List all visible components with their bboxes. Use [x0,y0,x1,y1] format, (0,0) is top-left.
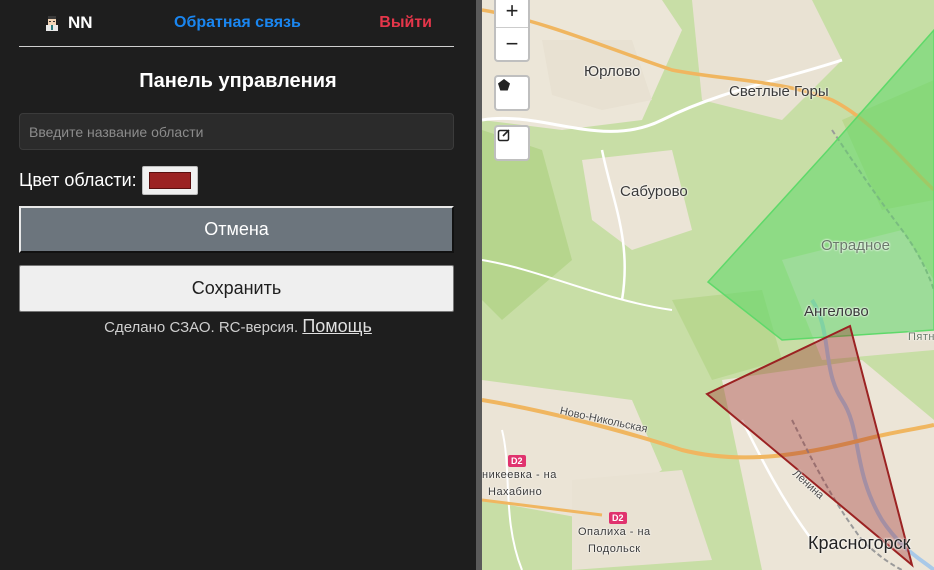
logout-link[interactable]: Выйти [379,14,432,32]
place-label-saburovo: Сабурово [620,183,688,200]
place-label-svetlye-gory: Светлые Горы [729,83,829,100]
area-color-label: Цвет области: [19,170,137,190]
username: NN [68,13,93,32]
station-label-nikeevka: никеевка - на [482,469,557,481]
area-name-input[interactable] [19,113,454,150]
top-navbar: NN Обратная связь Выйти [19,0,454,47]
panel-title: Панель управления [139,70,337,92]
route-badge-d2: D2 [508,455,526,467]
map-view[interactable]: Юрлово Светлые Горы Сабурово Отрадное Ан… [482,0,934,570]
place-label-yurlovo: Юрлово [584,63,641,80]
cancel-button[interactable]: Отмена [19,206,454,253]
area-color-row: Цвет области: [19,166,198,195]
place-label-pyatn: Пятн [908,331,934,343]
edit-layers-button[interactable] [494,125,530,161]
user-avatar-icon [44,15,60,31]
place-label-otradnoe: Отрадное [821,237,890,254]
station-label-podolsk: Подольск [588,543,641,555]
route-badge-d2: D2 [609,512,627,524]
zoom-in-button[interactable]: + [496,0,528,27]
area-color-fill [148,172,191,189]
footer-note: Сделано СЗАО. RC-версия. Помощь [0,316,476,337]
control-sidebar: NN Обратная связь Выйти Панель управлени… [0,0,476,570]
station-label-opalikha: Опалиха - на [578,526,651,538]
place-label-krasnogorsk: Красногорск [808,533,911,553]
help-link[interactable]: Помощь [302,316,372,336]
area-color-picker[interactable] [141,166,198,195]
zoom-out-button[interactable]: − [496,27,528,60]
user-profile[interactable]: NN [44,13,93,33]
draw-polygon-button[interactable] [494,75,530,111]
zoom-control: + − [494,0,530,62]
map-background [482,0,934,570]
footer-text: Сделано СЗАО. RC-версия. [104,319,299,336]
station-label-nakhabino: Нахабино [488,486,543,498]
save-button[interactable]: Сохранить [19,265,454,312]
pentagon-icon [498,79,510,91]
feedback-link[interactable]: Обратная связь [174,14,301,32]
place-label-angelovo: Ангелово [804,303,869,320]
edit-square-icon [497,129,510,142]
